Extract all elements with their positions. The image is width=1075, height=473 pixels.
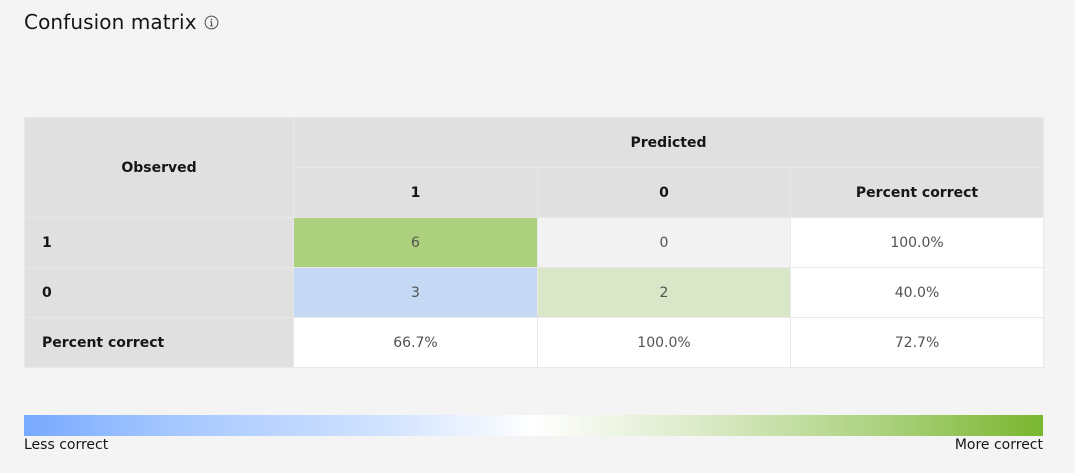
matrix-cell: 100.0% <box>789 217 1045 268</box>
row-header: 0 <box>24 267 294 318</box>
matrix-cell: 3 <box>293 267 538 318</box>
column-header: Percent correct <box>789 167 1045 218</box>
matrix-cell: 100.0% <box>537 317 791 368</box>
row-header: 1 <box>24 217 294 268</box>
legend-high-label: More correct <box>954 437 1043 453</box>
table-row: Percent correct 66.7% 100.0% 72.7% <box>24 317 1045 368</box>
color-scale-bar <box>24 415 1043 436</box>
title-row: Confusion matrix <box>24 10 219 34</box>
page-title: Confusion matrix <box>24 10 197 34</box>
column-header: 0 <box>537 167 791 218</box>
matrix-cell: 72.7% <box>789 317 1045 368</box>
matrix-cell: 66.7% <box>293 317 538 368</box>
observed-header: Observed <box>24 117 294 218</box>
matrix-cell: 6 <box>293 217 538 268</box>
matrix-cell: 40.0% <box>789 267 1045 318</box>
predicted-header: Predicted <box>292 117 1045 168</box>
row-header: Percent correct <box>24 317 294 368</box>
matrix-cell: 2 <box>537 267 791 318</box>
legend-low-label: Less correct <box>24 437 109 453</box>
header-row-predicted: Observed Predicted <box>24 117 1045 218</box>
info-icon[interactable] <box>204 15 219 30</box>
confusion-matrix-table: Observed Predicted 1 0 Percent correct 1… <box>24 117 1045 368</box>
table-row: 0 3 2 40.0% <box>24 267 1045 318</box>
table-row: 1 6 0 100.0% <box>24 217 1045 268</box>
matrix-cell: 0 <box>537 217 791 268</box>
column-header: 1 <box>293 167 538 218</box>
